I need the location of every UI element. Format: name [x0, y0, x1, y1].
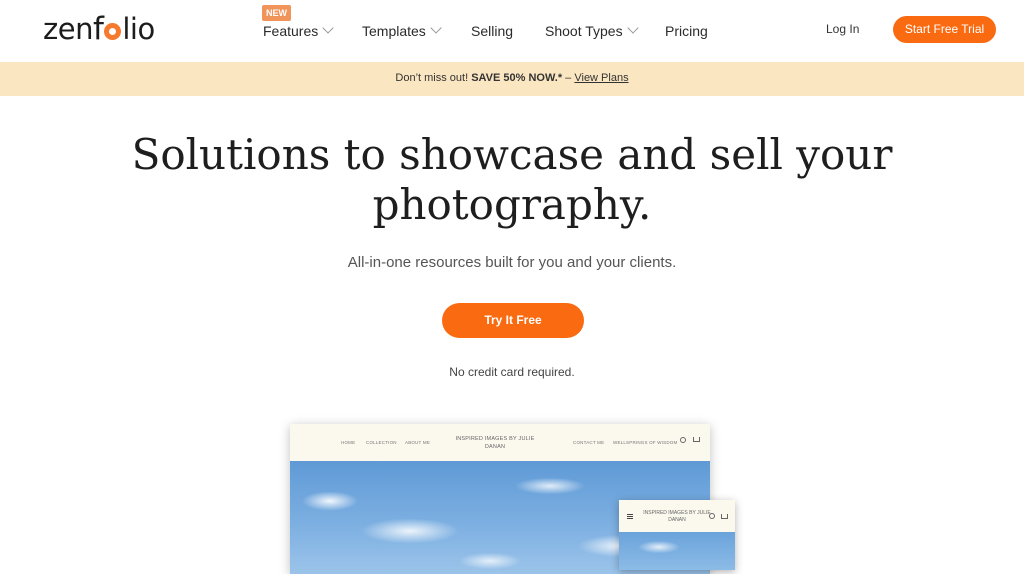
nav-label: Selling	[471, 23, 514, 39]
promo-lead: Don’t miss out!	[395, 72, 469, 84]
site-header: zenf lio NEW Features Templates Selling S…	[0, 0, 1024, 62]
start-free-trial-button[interactable]: Start Free Trial	[893, 16, 996, 43]
mobile-preview-header: INSPIRED IMAGES BY JULIE DANAN	[619, 500, 735, 532]
preview-nav-item: CONTACT ME	[573, 440, 605, 445]
preview-nav-item: ABOUT ME	[405, 440, 431, 445]
preview-account-icon	[680, 437, 686, 443]
nav-item-templates[interactable]: Templates	[362, 20, 442, 42]
nav-label: Features	[263, 23, 319, 39]
promo-offer: SAVE 50% NOW.*	[471, 72, 563, 84]
try-it-free-button[interactable]: Try It Free	[442, 303, 584, 338]
hamburger-menu-icon	[627, 514, 633, 519]
nav-label: Templates	[362, 23, 426, 39]
preview-nav-item: WELLSPRINGS OF WISDOM	[613, 440, 678, 445]
nav-item-selling[interactable]: Selling	[471, 20, 513, 42]
chevron-down-icon	[430, 22, 442, 34]
mobile-cart-icon	[721, 514, 728, 519]
zenfolio-logo[interactable]: zenf lio	[43, 8, 155, 50]
new-badge: NEW	[262, 5, 291, 21]
preview-cart-icon	[693, 437, 700, 442]
website-preview-mobile: INSPIRED IMAGES BY JULIE DANAN	[619, 500, 735, 570]
mobile-preview-brand: INSPIRED IMAGES BY JULIE DANAN	[643, 510, 711, 523]
preview-brand: INSPIRED IMAGES BY JULIE DANAN	[455, 436, 535, 450]
view-plans-link[interactable]: View Plans	[574, 72, 628, 84]
logo-glyph-f: f	[92, 11, 104, 47]
nav-item-shoot-types[interactable]: Shoot Types	[545, 20, 639, 42]
promo-banner: Don’t miss out! SAVE 50% NOW.* – View Pl…	[0, 62, 1024, 96]
preview-header: HOME COLLECTION ABOUT ME INSPIRED IMAGES…	[290, 424, 710, 461]
nav-label: Pricing	[665, 23, 708, 39]
promo-separator: –	[565, 72, 572, 84]
logo-text-start: zen	[43, 12, 93, 46]
logo-text-end: lio	[122, 12, 155, 46]
logo-ring-icon	[104, 23, 122, 40]
login-link[interactable]: Log In	[826, 22, 859, 36]
preview-nav-item: HOME	[341, 440, 356, 445]
preview-nav-item: COLLECTION	[366, 440, 397, 445]
mobile-account-icon	[709, 513, 715, 519]
hero-title: Solutions to showcase and sell your phot…	[131, 130, 893, 229]
nav-item-features[interactable]: Features	[263, 20, 334, 42]
mobile-preview-image	[619, 532, 735, 570]
no-credit-card-note: No credit card required.	[449, 365, 575, 379]
hero-subtitle: All-in-one resources built for you and y…	[347, 254, 677, 271]
nav-item-pricing[interactable]: Pricing	[665, 20, 708, 42]
chevron-down-icon	[322, 22, 334, 34]
chevron-down-icon	[626, 22, 639, 34]
nav-label: Shoot Types	[545, 23, 623, 39]
